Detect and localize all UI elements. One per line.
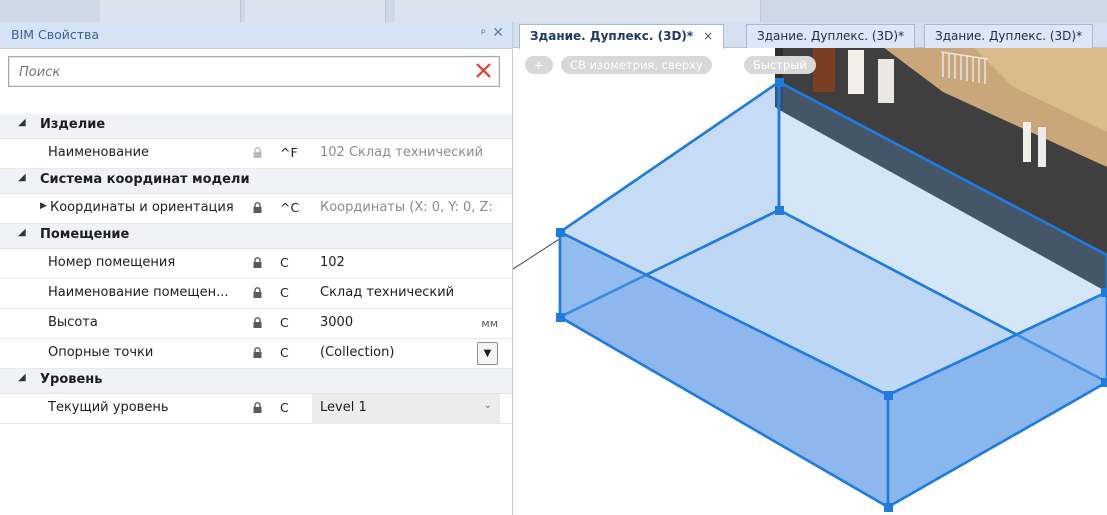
property-flag: C [280, 400, 289, 415]
search-box [8, 56, 500, 87]
property-name: Номер помещения [48, 255, 176, 270]
view-orientation-button[interactable]: СВ изометрия, сверху [561, 56, 712, 74]
property-value-cell: Координаты (X: 0, Y: 0, Z: 0 [312, 194, 500, 223]
property-flag: C [280, 255, 289, 270]
ghost-tab [100, 0, 241, 22]
property-flag: C [280, 315, 289, 330]
property-value: Level 1 [320, 400, 367, 415]
property-value: Координаты (X: 0, Y: 0, Z: 0 [320, 200, 498, 215]
collapse-icon[interactable]: ◢ [18, 117, 26, 128]
category-label: Уровень [40, 372, 103, 387]
property-value: 102 [320, 255, 345, 270]
property-value: 102 Склад технический [320, 145, 484, 160]
window [848, 50, 864, 94]
leader-line [513, 237, 562, 270]
tab-label: Здание. Дуплекс. (3D)* [757, 29, 905, 43]
ghost-tab [245, 0, 386, 22]
render-mode-button[interactable]: Быстрый [744, 56, 816, 74]
property-name: Высота [48, 315, 98, 330]
property-row[interactable]: Текущий уровень C Level 1 ⌄ [0, 394, 512, 424]
property-flag: ^C [280, 200, 300, 215]
bim-properties-panel: BIM Свойства ᵖ ✕ ◢ ИзделиеНаименование ^… [0, 22, 513, 515]
tab-close-icon[interactable]: × [703, 29, 713, 43]
property-value-cell: 102 Склад технический [312, 139, 500, 168]
panel-title: BIM Свойства [11, 27, 100, 42]
category-row[interactable]: ◢ Помещение [0, 224, 512, 249]
lock-icon [253, 147, 262, 158]
tab-label: Здание. Дуплекс. (3D)* [935, 29, 1083, 43]
property-row[interactable]: Наименование ^F 102 Склад технический [0, 139, 512, 169]
window [1038, 127, 1046, 167]
property-flag: C [280, 345, 289, 360]
lock-icon [253, 287, 262, 298]
lock-icon [253, 402, 262, 413]
property-name: Опорные точки [48, 345, 154, 360]
window [878, 59, 894, 103]
search-input[interactable] [17, 62, 461, 82]
ghost-tab [490, 0, 761, 22]
3d-viewport[interactable]: Здание. Дуплекс. (3D)* × Здание. Дуплекс.… [513, 22, 1107, 515]
property-value-cell[interactable]: (Collection) ▼ [312, 339, 500, 368]
search-area [0, 49, 512, 93]
property-row[interactable]: Наименование помещен... C Склад техничес… [0, 279, 512, 309]
property-flag: C [280, 285, 289, 300]
lock-icon [253, 202, 262, 213]
property-name: Наименование [48, 145, 150, 160]
category-label: Изделие [40, 117, 106, 132]
chevron-down-icon[interactable]: ⌄ [484, 400, 492, 411]
panel-header: BIM Свойства ᵖ ✕ [0, 22, 512, 49]
category-row[interactable]: ◢ Уровень [0, 369, 512, 394]
property-value-cell[interactable]: 102 [312, 249, 500, 278]
category-label: Помещение [40, 227, 130, 242]
property-name: Текущий уровень [48, 400, 169, 415]
property-name: Координаты и ориентация [50, 200, 234, 215]
property-row[interactable]: Опорные точки C (Collection) ▼ [0, 339, 512, 369]
collapse-icon[interactable]: ◢ [18, 372, 26, 383]
tab-label: Здание. Дуплекс. (3D)* [530, 29, 694, 43]
tab-3d-view-3[interactable]: Здание. Дуплекс. (3D)* [924, 24, 1094, 48]
tab-3d-view-1[interactable]: Здание. Дуплекс. (3D)* × [519, 24, 725, 49]
collapse-icon[interactable]: ◢ [18, 227, 26, 238]
pin-icon[interactable]: ᵖ [481, 26, 486, 40]
top-document-strip [0, 0, 1107, 22]
tab-3d-view-2[interactable]: Здание. Дуплекс. (3D)* [746, 24, 916, 48]
property-grid: ◢ Изделие Наименование ^F 102 Склад техни… [0, 114, 512, 424]
property-row[interactable]: Высота C 3000 мм [0, 309, 512, 339]
3d-scene [513, 47, 1107, 512]
category-row[interactable]: ◢ Изделие [0, 114, 512, 139]
collapse-icon[interactable]: ◢ [18, 172, 26, 183]
lock-icon [253, 257, 262, 268]
property-row[interactable]: ▶ Координаты и ориентация ^C Координаты (… [0, 194, 512, 224]
window [1023, 122, 1031, 162]
add-view-button[interactable]: + [525, 56, 553, 74]
lock-icon [253, 317, 262, 328]
lock-icon [253, 347, 262, 358]
door [813, 47, 835, 92]
expand-icon[interactable]: ▶ [40, 201, 47, 211]
property-name: Наименование помещен... [48, 285, 229, 300]
property-value: Склад технический [320, 285, 455, 300]
property-value-cell[interactable]: Склад технический [312, 279, 500, 308]
clear-x-icon[interactable] [469, 57, 497, 85]
unit-label: мм [481, 317, 498, 330]
property-flag: ^F [280, 145, 298, 160]
close-icon[interactable]: ✕ [492, 25, 504, 41]
dropdown-button[interactable]: ▼ [477, 342, 498, 365]
property-value: (Collection) [320, 345, 395, 360]
property-value: 3000 [320, 315, 354, 330]
document-tabbar: Здание. Дуплекс. (3D)* × Здание. Дуплекс.… [513, 22, 1107, 49]
property-value-cell[interactable]: Level 1 ⌄ [312, 394, 500, 423]
property-value-cell[interactable]: 3000 мм [312, 309, 500, 338]
category-row[interactable]: ◢ Система координат модели [0, 169, 512, 194]
property-row[interactable]: Номер помещения C 102 [0, 249, 512, 279]
category-label: Система координат модели [40, 172, 250, 187]
